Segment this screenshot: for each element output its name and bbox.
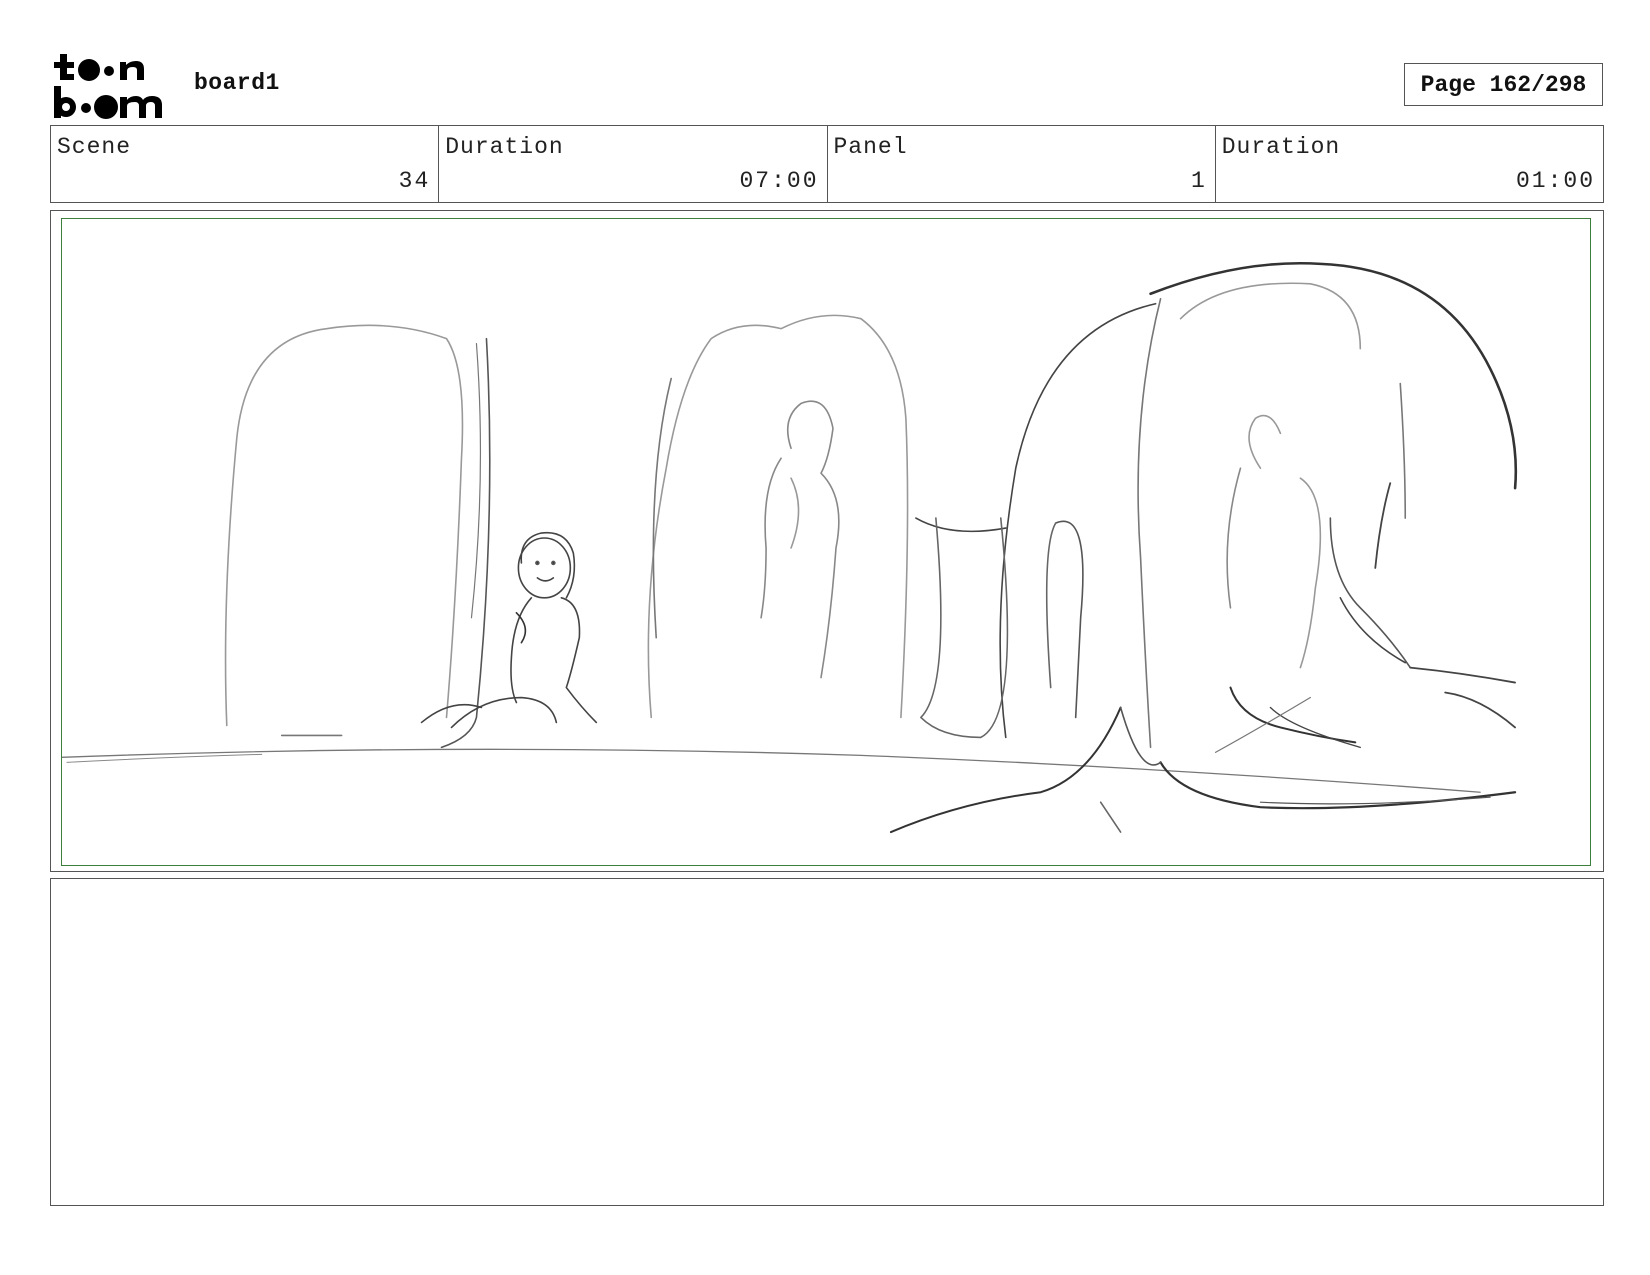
toon-boom-logo: [54, 54, 162, 119]
scene-cell: Scene 34: [51, 126, 440, 202]
scene-duration-cell: Duration 07:00: [439, 126, 828, 202]
panel-duration-cell: Duration 01:00: [1216, 126, 1603, 202]
page-label: Page 162/298: [1420, 71, 1587, 98]
scene-value: 34: [398, 168, 431, 194]
panel-duration-value: 01:00: [1515, 168, 1595, 194]
panel-value: 1: [1190, 168, 1207, 194]
page-indicator: Page 162/298: [1404, 63, 1603, 106]
scene-label: Scene: [57, 134, 132, 160]
storyboard-sketch: [62, 261, 1518, 834]
scene-duration-value: 07:00: [739, 168, 819, 194]
scene-info-row: Scene 34 Duration 07:00 Panel 1 Duration…: [50, 125, 1604, 203]
panel-duration-label: Duration: [1221, 134, 1341, 160]
scene-duration-label: Duration: [445, 134, 564, 160]
panel-sketch[interactable]: [61, 218, 1591, 866]
board-title: board1: [194, 70, 280, 96]
notes-box[interactable]: [50, 878, 1604, 1206]
panel-label: Panel: [833, 134, 908, 160]
panel-frame: [50, 210, 1604, 872]
panel-cell: Panel 1: [828, 126, 1216, 202]
